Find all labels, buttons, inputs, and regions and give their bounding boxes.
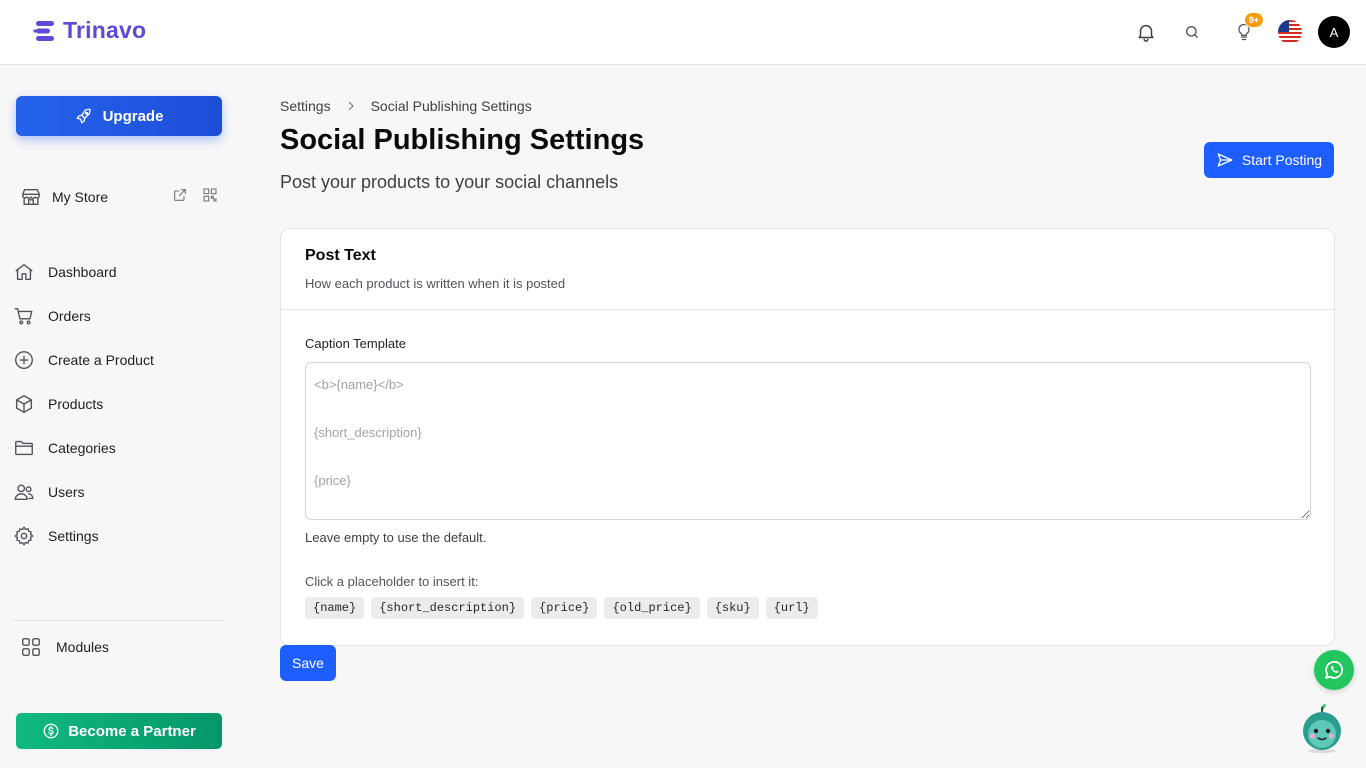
placeholder-insert-label: Click a placeholder to insert it: <box>305 574 479 589</box>
sidebar-item-label: Products <box>48 396 104 412</box>
external-link-icon[interactable] <box>172 187 188 203</box>
my-store-row[interactable]: My Store <box>20 183 220 211</box>
us-flag-icon <box>1278 20 1302 44</box>
breadcrumb-settings-link[interactable]: Settings <box>280 98 331 114</box>
sidebar-item-dashboard[interactable]: Dashboard <box>12 250 227 294</box>
assistant-mascot[interactable] <box>1301 703 1343 753</box>
post-text-card: Post Text How each product is written wh… <box>280 228 1335 646</box>
tips-button[interactable]: 9+ <box>1229 12 1264 47</box>
sidebar: Upgrade My Store Dashboard Orders Create… <box>0 65 240 768</box>
card-description: How each product is written when it is p… <box>305 276 566 291</box>
sidebar-item-settings[interactable]: Settings <box>12 514 227 558</box>
placeholder-chip-old-price[interactable]: {old_price} <box>604 597 700 619</box>
placeholder-chip-price[interactable]: {price} <box>531 597 598 619</box>
placeholder-chip-sku[interactable]: {sku} <box>706 597 759 619</box>
caption-hint: Leave empty to use the default. <box>305 530 487 545</box>
language-button[interactable] <box>1275 17 1305 47</box>
page-title: Social Publishing Settings <box>280 124 645 156</box>
my-store-label: My Store <box>52 189 109 205</box>
home-icon <box>15 263 33 281</box>
breadcrumb: Settings Social Publishing Settings <box>280 98 532 114</box>
qr-code-icon[interactable] <box>202 187 218 203</box>
grid-icon <box>22 638 40 656</box>
sidebar-item-label: Dashboard <box>48 264 117 280</box>
page-subtitle: Post your products to your social channe… <box>280 172 619 192</box>
users-icon <box>14 484 34 501</box>
sidebar-item-modules[interactable]: Modules <box>20 636 109 658</box>
whatsapp-chat-button[interactable] <box>1314 650 1354 690</box>
caption-template-label: Caption Template <box>305 336 406 351</box>
placeholder-chips: {name} {short_description} {price} {old_… <box>305 597 818 619</box>
sidebar-item-label: Users <box>48 484 85 500</box>
tips-badge: 9+ <box>1243 12 1264 28</box>
card-header: Post Text How each product is written wh… <box>281 229 1334 310</box>
sidebar-item-products[interactable]: Products <box>12 382 227 426</box>
save-button[interactable]: Save <box>280 645 336 681</box>
sidebar-item-categories[interactable]: Categories <box>12 426 227 470</box>
rocket-icon <box>76 108 91 124</box>
upgrade-label: Upgrade <box>102 107 164 125</box>
cart-icon <box>14 307 33 325</box>
sidebar-nav: Dashboard Orders Create a Product Produc… <box>12 250 227 558</box>
placeholder-chip-name[interactable]: {name} <box>305 597 365 619</box>
start-posting-button[interactable]: Start Posting <box>1204 142 1334 178</box>
bell-icon <box>1138 24 1154 42</box>
breadcrumb-current: Social Publishing Settings <box>370 98 532 114</box>
notifications-button[interactable] <box>1131 17 1161 47</box>
logo-icon <box>33 20 54 41</box>
whatsapp-icon <box>1325 660 1344 679</box>
sidebar-item-label: Modules <box>56 639 109 655</box>
folder-icon <box>15 440 33 456</box>
sidebar-item-label: Create a Product <box>48 352 154 368</box>
sidebar-item-create-product[interactable]: Create a Product <box>12 338 227 382</box>
search-icon <box>1186 26 1198 38</box>
sidebar-item-label: Orders <box>48 308 91 324</box>
chevron-right-icon <box>348 101 354 111</box>
brand-logo[interactable]: Trinavo <box>33 17 146 44</box>
caption-template-input[interactable] <box>305 362 1311 520</box>
card-title: Post Text <box>305 247 376 264</box>
placeholder-chip-url[interactable]: {url} <box>765 597 818 619</box>
store-icon <box>22 188 40 206</box>
user-avatar[interactable]: A <box>1318 16 1350 48</box>
partner-label: Become a Partner <box>68 722 196 740</box>
brand-name: Trinavo <box>63 17 147 43</box>
mascot-icon <box>1303 704 1341 753</box>
sidebar-item-label: Settings <box>48 528 99 544</box>
sidebar-item-label: Categories <box>48 440 116 456</box>
top-bar: Trinavo 9+ A <box>0 0 1366 65</box>
sidebar-divider <box>12 620 226 621</box>
start-posting-label: Start Posting <box>1241 152 1323 168</box>
upgrade-button[interactable]: Upgrade <box>16 96 222 136</box>
gear-icon <box>14 526 34 546</box>
dollar-circle-icon <box>43 723 59 739</box>
placeholder-chip-short-description[interactable]: {short_description} <box>371 597 525 619</box>
send-icon <box>1217 153 1233 167</box>
sidebar-item-orders[interactable]: Orders <box>12 294 227 338</box>
box-icon <box>15 395 33 413</box>
search-button[interactable] <box>1177 17 1207 47</box>
become-partner-button[interactable]: Become a Partner <box>16 713 222 749</box>
sidebar-item-users[interactable]: Users <box>12 470 227 514</box>
plus-circle-icon <box>15 351 33 369</box>
